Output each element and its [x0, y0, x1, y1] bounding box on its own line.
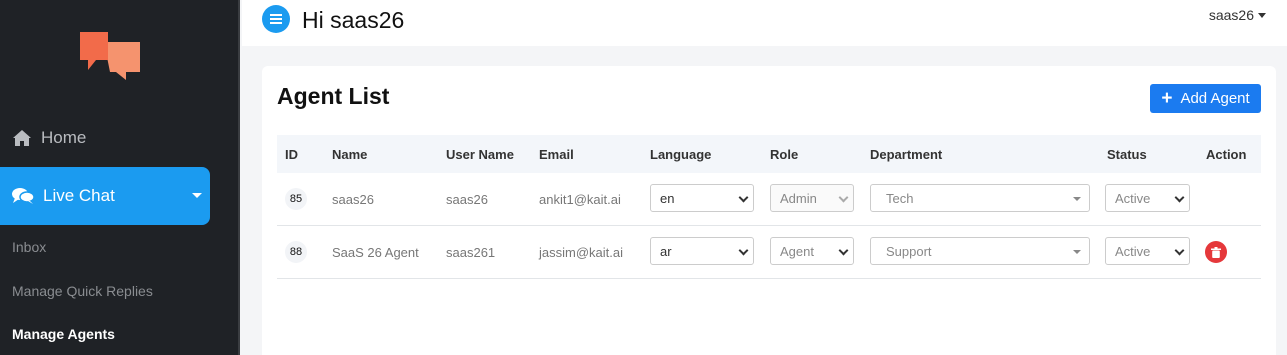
hamburger-icon [270, 14, 282, 24]
user-menu-label: saas26 [1208, 7, 1254, 23]
add-agent-label: Add Agent [1180, 90, 1250, 107]
header-status: Status [1107, 147, 1147, 162]
header-email: Email [539, 147, 574, 162]
status-select[interactable]: Active [1105, 237, 1190, 265]
delete-agent-button[interactable] [1205, 241, 1227, 263]
row-id: 88 [285, 241, 307, 263]
header-role: Role [770, 147, 799, 162]
row-email: jassim@kait.ai [539, 245, 623, 260]
department-select[interactable]: Support [870, 237, 1090, 265]
nav-live-chat-label: Live Chat [43, 186, 115, 205]
status-value: Active [1115, 190, 1151, 206]
row-name: saas26 [332, 192, 374, 207]
role-value: Agent [780, 243, 814, 259]
language-select[interactable]: en [650, 184, 754, 212]
page-title: Agent List [277, 83, 390, 109]
row-username: saas26 [446, 192, 488, 207]
row-email: ankit1@kait.ai [539, 192, 621, 207]
header-language: Language [650, 147, 712, 162]
chevron-down-icon [738, 192, 749, 203]
chevron-down-icon [838, 192, 849, 203]
home-icon [13, 130, 31, 146]
nav-live-chat[interactable]: Live Chat [0, 167, 210, 225]
caret-down-icon [1073, 197, 1081, 201]
role-select[interactable]: Admin [770, 184, 854, 212]
status-value: Active [1115, 243, 1151, 259]
header-username: User Name [446, 147, 514, 162]
language-value: en [660, 190, 675, 206]
chevron-down-icon [738, 245, 749, 256]
chevron-down-icon [838, 245, 849, 256]
nav-home[interactable]: Home [0, 118, 240, 158]
chevron-down-icon [1174, 192, 1185, 203]
caret-down-icon [1258, 12, 1266, 18]
chat-bubbles-icon [12, 188, 34, 204]
sidebar: Home Live Chat Inbox Manage Quick Replie… [0, 0, 240, 355]
language-select[interactable]: ar [650, 237, 754, 265]
add-agent-button[interactable]: + Add Agent [1150, 84, 1261, 113]
sidebar-item-quick-replies[interactable]: Manage Quick Replies [12, 283, 153, 299]
app-logo [80, 32, 140, 80]
department-select[interactable]: Tech [870, 184, 1090, 212]
caret-down-icon [1073, 250, 1081, 254]
nav-home-label: Home [41, 128, 87, 147]
chevron-down-icon [1174, 245, 1185, 256]
greeting: Hi saas26 [302, 7, 405, 33]
row-username: saas261 [446, 245, 496, 260]
plus-icon: + [1161, 88, 1173, 109]
header-action: Action [1206, 147, 1247, 162]
user-menu[interactable]: saas26 [1209, 7, 1266, 23]
language-value: ar [660, 243, 672, 259]
row-name: SaaS 26 Agent [332, 245, 419, 260]
row-id: 85 [285, 188, 307, 210]
trash-icon [1211, 246, 1221, 258]
status-select[interactable]: Active [1105, 184, 1190, 212]
table-row: 88 SaaS 26 Agent saas261 jassim@kait.ai … [277, 226, 1261, 279]
sidebar-item-manage-agents[interactable]: Manage Agents [12, 326, 115, 342]
topbar: Hi saas26 saas26 [242, 0, 1287, 46]
role-value: Admin [780, 190, 817, 206]
sidebar-item-inbox[interactable]: Inbox [12, 239, 46, 255]
header-department: Department [870, 147, 943, 162]
role-select[interactable]: Agent [770, 237, 854, 265]
menu-toggle-button[interactable] [262, 5, 290, 33]
department-value: Tech [886, 190, 914, 206]
chevron-down-icon [192, 193, 202, 198]
table-header: ID Name User Name Email Language Role De… [277, 135, 1261, 173]
department-value: Support [886, 243, 932, 259]
table-row: 85 saas26 saas26 ankit1@kait.ai en Admin… [277, 173, 1261, 226]
header-id: ID [285, 147, 298, 162]
agent-list-card: Agent List + Add Agent ID Name User Name… [262, 66, 1276, 355]
header-name: Name [332, 147, 368, 162]
